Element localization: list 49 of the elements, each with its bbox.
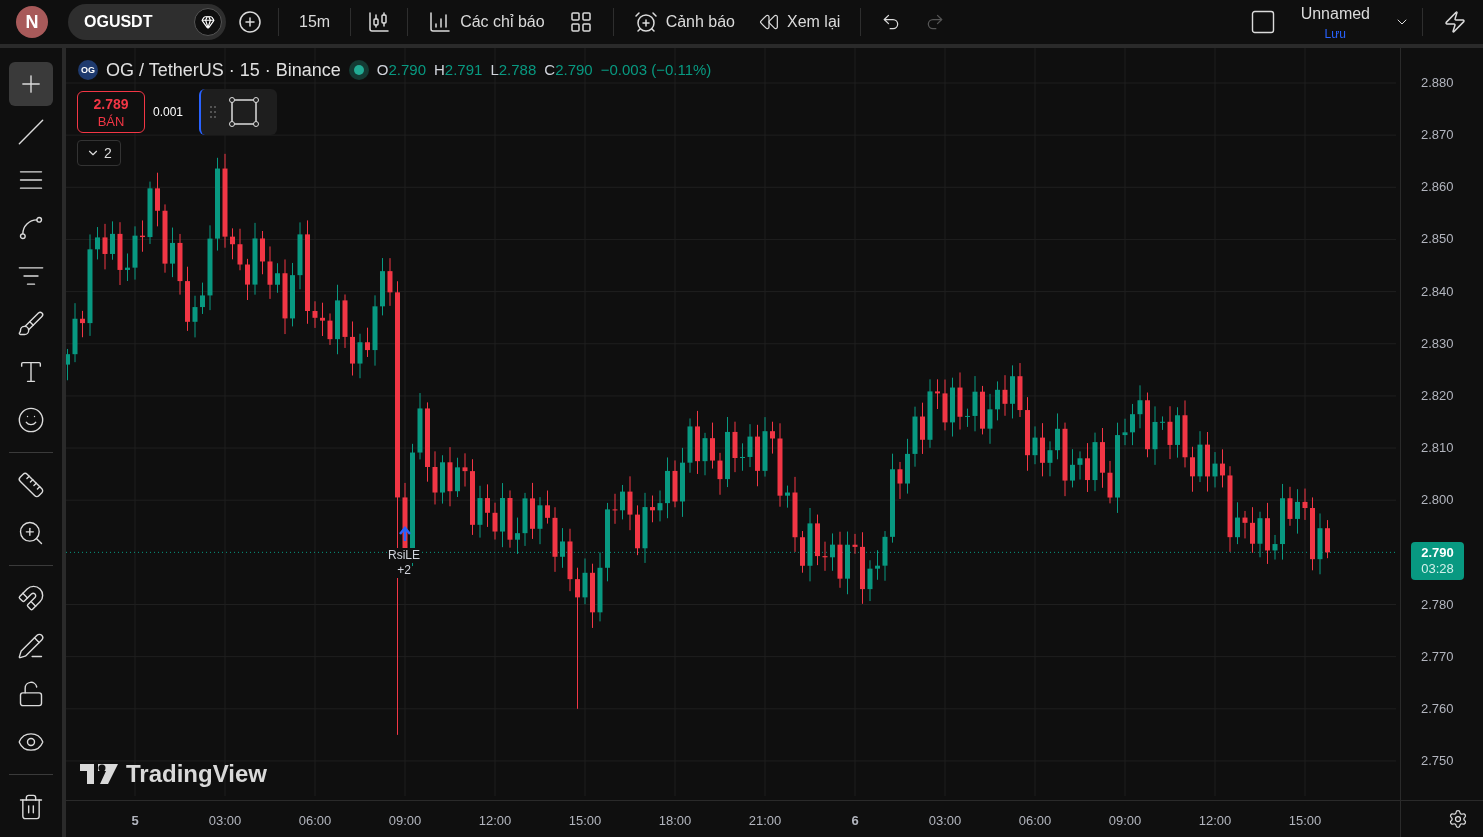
time-label: 06:00 [1018, 812, 1052, 830]
time-label: 03:00 [208, 812, 242, 830]
time-label: 12:00 [1198, 812, 1232, 830]
time-label: 5 [131, 812, 139, 830]
chart-title[interactable]: OG / TetherUS · 15 · Binance [106, 56, 341, 84]
price-label: 2.820 [1421, 388, 1454, 402]
time-label: 09:00 [388, 812, 422, 830]
price-label: 2.760 [1421, 701, 1454, 715]
price-label: 2.870 [1421, 128, 1454, 142]
ohlc-value: H2.791 [434, 60, 483, 81]
time-label: 15:00 [568, 812, 602, 830]
save-link[interactable]: Lưu [1324, 26, 1346, 42]
price-label: 2.810 [1421, 441, 1454, 455]
time-label: 6 [851, 812, 859, 830]
logo-text: TradingView [126, 759, 267, 789]
replay-button[interactable]: Xem lại [751, 10, 849, 34]
price-label: 2.850 [1421, 232, 1454, 246]
avatar[interactable]: N [16, 6, 48, 38]
price-label: 2.830 [1421, 336, 1454, 350]
time-label: 03:00 [928, 812, 962, 830]
time-label: 21:00 [748, 812, 782, 830]
alert-button[interactable]: Cảnh báo [625, 10, 743, 34]
interval-button[interactable]: 15m [291, 10, 339, 34]
strategy-more-count: +2 [397, 563, 411, 578]
price-label: 2.880 [1421, 76, 1454, 89]
sell-button[interactable]: 2.789 BÁN [77, 91, 145, 133]
order-quantity[interactable]: 0.001 [153, 104, 184, 120]
time-label: 06:00 [298, 812, 332, 830]
price-label: 2.840 [1421, 284, 1454, 298]
price-label: 2.780 [1421, 597, 1454, 611]
time-label: 15:00 [1288, 812, 1322, 830]
time-label: 09:00 [1108, 812, 1142, 830]
ohlc-value: C2.790 [544, 60, 593, 81]
collapse-button[interactable]: 2 [77, 140, 121, 166]
ohlc-value: O2.790 [376, 60, 426, 81]
last-price-tag: 2.790 03:28 [1411, 542, 1464, 581]
indicators-button[interactable]: Các chỉ báo [420, 10, 553, 34]
symbol-logo: OG [78, 60, 98, 80]
time-label: 12:00 [478, 812, 512, 830]
price-label: 2.800 [1421, 493, 1454, 507]
ohlc-value: L2.788 [490, 60, 537, 81]
price-label: 2.860 [1421, 180, 1454, 194]
strategy-label: RsiLE [388, 548, 420, 563]
time-label: 18:00 [658, 812, 692, 830]
symbol-search[interactable]: OGUSDT [68, 4, 226, 40]
price-change: −0.003 (−0.11%) [600, 60, 712, 81]
price-label: 2.770 [1421, 649, 1454, 663]
layout-name[interactable]: Unnamed [1300, 2, 1370, 26]
price-label: 2.750 [1421, 753, 1454, 767]
